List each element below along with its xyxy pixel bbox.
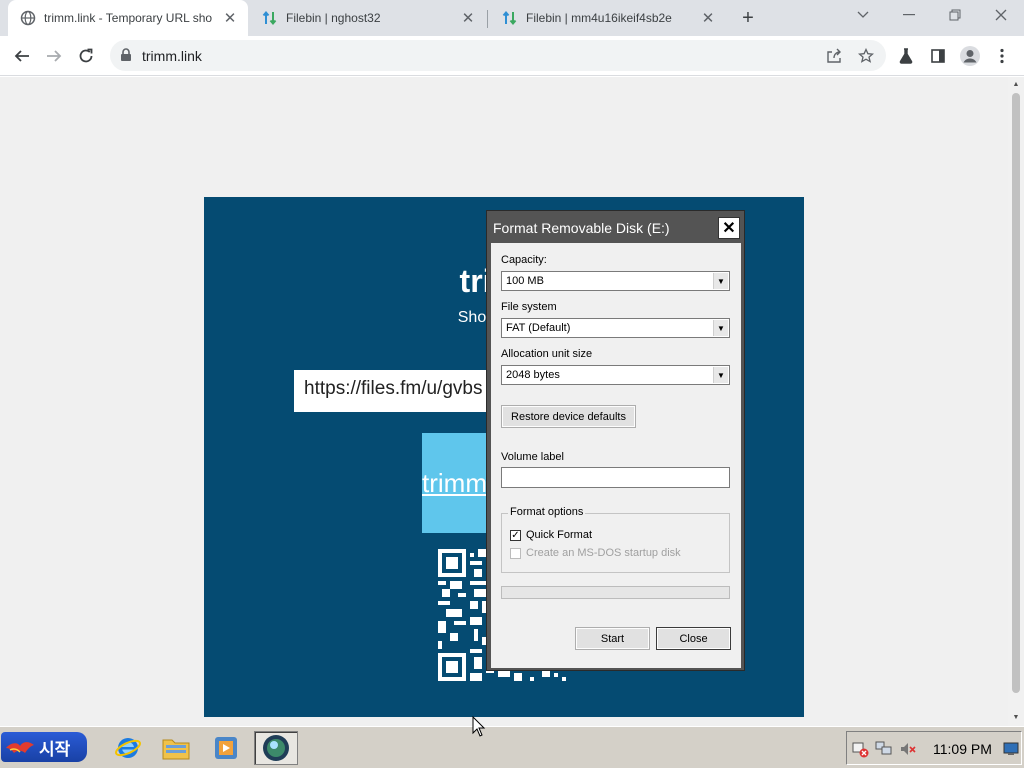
volume-label-input[interactable] xyxy=(501,467,730,488)
start-button[interactable]: 시작 xyxy=(1,732,87,762)
menu-button[interactable] xyxy=(986,40,1018,72)
share-icon[interactable] xyxy=(824,46,844,66)
tab-title: Filebin | mm4u16ikeif4sb2e xyxy=(526,11,672,25)
lock-icon[interactable] xyxy=(120,48,132,65)
network-error-icon[interactable] xyxy=(851,740,869,758)
clock[interactable]: 11:09 PM xyxy=(933,741,992,757)
folder-icon[interactable] xyxy=(154,731,198,765)
show-desktop-icon[interactable] xyxy=(1003,742,1019,756)
system-tray: 11:09 PM xyxy=(846,731,1022,765)
extensions-button[interactable] xyxy=(890,40,922,72)
forward-button[interactable] xyxy=(38,40,70,72)
new-tab-button[interactable]: + xyxy=(736,6,760,30)
arrow-left-icon xyxy=(14,50,29,62)
taskbar: 시작 11:09 PM xyxy=(0,726,1024,768)
tab-filebin-1[interactable]: Filebin | nghost32 ✕ xyxy=(250,0,486,36)
filesystem-select[interactable]: FAT (Default) ▼ xyxy=(501,318,730,338)
format-options-group: Format options ✓ Quick Format Create an … xyxy=(501,506,730,573)
filebin-icon xyxy=(262,10,278,26)
page-viewport: trimm Shorten URL Links la https://files… xyxy=(0,77,1008,726)
tab-title: trimm.link - Temporary URL sho xyxy=(44,11,213,25)
close-window-button[interactable] xyxy=(978,0,1024,30)
arrow-right-icon xyxy=(47,50,62,62)
format-options-label: Format options xyxy=(508,506,586,518)
filebin-icon xyxy=(502,10,518,26)
mouse-cursor-icon xyxy=(472,716,486,737)
bookmark-star-icon[interactable] xyxy=(856,46,876,66)
volume-muted-icon[interactable] xyxy=(899,740,917,758)
media-player-icon[interactable] xyxy=(204,731,248,765)
allocation-select[interactable]: 2048 bytes ▼ xyxy=(501,365,730,385)
filesystem-label: File system xyxy=(501,301,557,313)
address-text: trimm.link xyxy=(142,48,202,64)
chevron-down-icon xyxy=(857,11,869,18)
tab-separator xyxy=(487,10,488,28)
side-panel-button[interactable] xyxy=(922,40,954,72)
tab-filebin-2[interactable]: Filebin | mm4u16ikeif4sb2e ✕ xyxy=(490,0,726,36)
dropdown-arrow-icon[interactable]: ▼ xyxy=(713,367,728,383)
page-scrollbar[interactable]: ▲ ▼ xyxy=(1008,77,1024,726)
globe-icon xyxy=(20,10,36,26)
allocation-value: 2048 bytes xyxy=(506,369,560,381)
address-bar[interactable]: trimm.link xyxy=(110,40,886,71)
close-icon[interactable]: ✕ xyxy=(700,10,716,27)
restore-button[interactable] xyxy=(932,0,978,30)
quick-format-checkbox[interactable]: ✓ xyxy=(510,530,521,541)
format-progress-bar xyxy=(501,586,730,599)
close-icon[interactable]: ✕ xyxy=(460,10,476,27)
close-icon: ✕ xyxy=(722,220,736,237)
dialog-body: Capacity: 100 MB ▼ File system FAT (Defa… xyxy=(491,243,741,668)
scrollbar-thumb[interactable] xyxy=(1012,93,1020,693)
media-sphere-icon[interactable] xyxy=(254,731,298,765)
allocation-label: Allocation unit size xyxy=(501,348,593,360)
profile-button[interactable] xyxy=(954,40,986,72)
tab-trimm[interactable]: trimm.link - Temporary URL sho ✕ xyxy=(8,0,248,36)
capacity-select[interactable]: 100 MB ▼ xyxy=(501,271,730,291)
format-dialog: Format Removable Disk (E:) ✕ Capacity: 1… xyxy=(486,210,745,671)
flask-icon xyxy=(899,48,913,64)
volume-label: Volume label xyxy=(501,451,564,463)
windows-flag-icon xyxy=(6,742,34,753)
restore-defaults-button[interactable]: Restore device defaults xyxy=(501,405,636,428)
close-button[interactable]: Close xyxy=(656,627,731,650)
trimm-button-label: trimm xyxy=(422,467,487,498)
reload-icon xyxy=(79,48,93,63)
capacity-label: Capacity: xyxy=(501,254,547,266)
msdos-label: Create an MS-DOS startup disk xyxy=(526,547,681,559)
back-button[interactable] xyxy=(6,40,38,72)
scroll-up-icon[interactable]: ▲ xyxy=(1012,81,1020,89)
filesystem-value: FAT (Default) xyxy=(506,322,571,334)
capacity-value: 100 MB xyxy=(506,275,544,287)
network-icon[interactable] xyxy=(875,740,893,758)
tab-search-button[interactable] xyxy=(840,0,886,30)
dropdown-arrow-icon[interactable]: ▼ xyxy=(713,273,728,289)
side-panel-icon xyxy=(931,49,945,63)
minimize-button[interactable] xyxy=(886,0,932,30)
avatar-icon xyxy=(960,46,980,66)
msdos-checkbox xyxy=(510,548,521,559)
kebab-menu-icon xyxy=(1000,48,1004,64)
tab-strip: trimm.link - Temporary URL sho ✕ Filebin… xyxy=(0,0,1024,36)
start-label: 시작 xyxy=(39,739,71,759)
quick-format-label: Quick Format xyxy=(526,529,593,541)
dialog-title: Format Removable Disk (E:) xyxy=(493,220,670,236)
ie-icon[interactable] xyxy=(106,731,150,765)
close-icon[interactable]: ✕ xyxy=(222,10,238,27)
dialog-close-button[interactable]: ✕ xyxy=(718,217,740,239)
reload-button[interactable] xyxy=(70,40,102,72)
tab-title: Filebin | nghost32 xyxy=(286,11,381,25)
browser-toolbar: trimm.link xyxy=(0,36,1024,76)
scroll-down-icon[interactable]: ▼ xyxy=(1012,714,1020,722)
dropdown-arrow-icon[interactable]: ▼ xyxy=(713,320,728,336)
start-button[interactable]: Start xyxy=(575,627,650,650)
